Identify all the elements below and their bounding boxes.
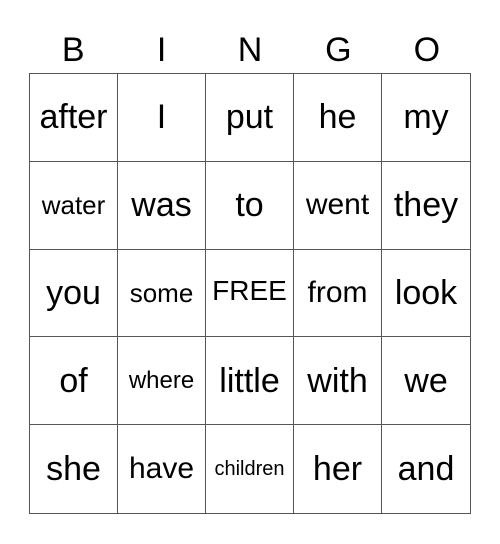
bingo-cell[interactable]: have [118, 425, 206, 513]
bingo-cell[interactable]: with [294, 337, 382, 426]
bingo-cell[interactable]: little [206, 337, 294, 426]
bingo-cell[interactable]: you [30, 249, 118, 338]
bingo-cell[interactable]: after [30, 74, 118, 162]
bingo-cell[interactable]: children [206, 425, 294, 513]
bingo-board: after I put he my water was to went they… [29, 73, 471, 514]
header-letter-n: N [237, 31, 263, 69]
bingo-cell[interactable]: was [118, 161, 206, 250]
bingo-header: B I N G O [29, 28, 471, 72]
bingo-cell[interactable]: and [382, 425, 470, 513]
bingo-cell[interactable]: I [118, 74, 206, 162]
bingo-cell[interactable]: her [294, 425, 382, 513]
bingo-cell[interactable]: went [294, 161, 382, 250]
header-letter-b: B [61, 31, 85, 69]
header-letter-i: I [156, 31, 167, 69]
bingo-cell[interactable]: we [382, 337, 470, 426]
header-letter-g: G [325, 31, 352, 69]
bingo-cell[interactable]: of [30, 337, 118, 426]
bingo-cell[interactable]: where [118, 337, 206, 426]
bingo-cell[interactable]: from [294, 249, 382, 338]
bingo-cell[interactable]: my [382, 74, 470, 162]
header-letter-o: O [413, 31, 441, 69]
bingo-cell[interactable]: water [30, 161, 118, 250]
bingo-cell[interactable]: some [118, 249, 206, 338]
free-space-cell[interactable]: FREE [206, 249, 294, 338]
bingo-cell[interactable]: look [382, 250, 470, 338]
bingo-cell[interactable]: he [294, 74, 382, 162]
bingo-cell[interactable]: she [30, 425, 118, 513]
bingo-cell[interactable]: to [206, 161, 294, 250]
bingo-cell[interactable]: put [206, 74, 294, 162]
bingo-cell[interactable]: they [382, 162, 470, 250]
